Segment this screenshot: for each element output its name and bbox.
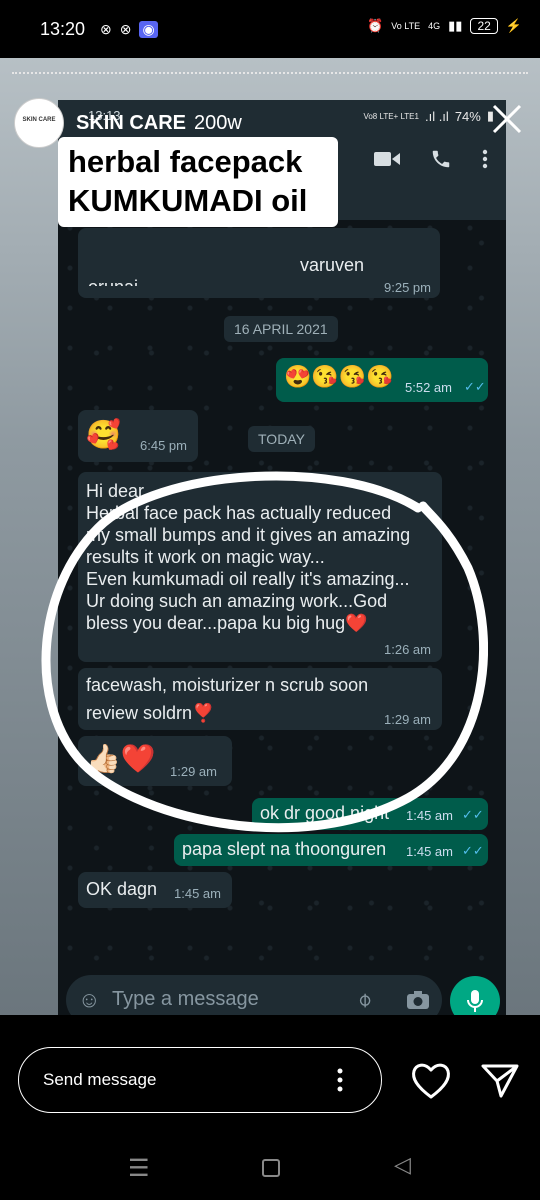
- message-text: OK dagn: [86, 879, 158, 899]
- close-icon[interactable]: [490, 102, 524, 136]
- chat-header-actions: [374, 148, 488, 170]
- home-icon[interactable]: [262, 1159, 280, 1177]
- message-text: orunai: [88, 276, 138, 286]
- mic-button: [450, 976, 500, 1015]
- status-time: 13:20: [40, 19, 86, 39]
- date-divider: 16 APRIL 2021: [224, 316, 338, 342]
- emoji-message: 🥰: [86, 419, 121, 450]
- status-right: ⏰ Vo LTE 4G ▮▮ 22 ⚡: [367, 18, 522, 34]
- mic-icon: [467, 990, 483, 1012]
- hand-drawn-circle: [41, 471, 488, 833]
- story-progress-bar: [12, 72, 528, 76]
- message-composer: ☺ Type a message ⌀: [66, 975, 442, 1015]
- emoji-message: 😍😘😘😘: [284, 364, 394, 389]
- message-bubble-incoming: varuven orunai 9:25 pm: [78, 228, 440, 298]
- camera-icon: [407, 991, 429, 1009]
- phone-status-bar: 13:20 ⊗ ⊗ ◉ ⏰ Vo LTE 4G ▮▮ 22 ⚡: [0, 0, 540, 58]
- system-nav-bar: ☰ ◁: [0, 1140, 540, 1200]
- avatar[interactable]: SKIN CARE: [14, 98, 64, 148]
- menu-icon[interactable]: ☰: [128, 1154, 150, 1183]
- message-time: 5:52 am: [405, 380, 452, 395]
- heart-icon[interactable]: [410, 1062, 452, 1100]
- alarm-icon: ⏰: [367, 18, 384, 33]
- send-icon[interactable]: [480, 1062, 520, 1100]
- message-bubble-incoming: 🥰 6:45 pm: [78, 410, 198, 462]
- app-notification-icon: ⊗: [119, 21, 132, 37]
- message-bubble-outgoing: 😍😘😘😘 5:52 am ✓✓: [276, 358, 488, 402]
- message-time: 1:45 am: [174, 886, 221, 901]
- charging-icon: ⚡: [505, 18, 522, 33]
- sticker-line: KUMKUMADI oil: [68, 183, 308, 218]
- avatar-text: SKIN CARE: [22, 117, 56, 123]
- message-time: 9:25 pm: [384, 280, 431, 295]
- composer-placeholder: Type a message: [112, 988, 259, 1010]
- inner-status-right: Vo8 LTE+ LTE1 .ıl .ıl 74% ▮: [363, 108, 494, 124]
- sticker-line: herbal facepack: [68, 144, 303, 179]
- story-username[interactable]: SKIN CARE: [76, 112, 186, 135]
- network-label: Vo LTE: [391, 21, 421, 31]
- read-receipt-icon: ✓✓: [464, 379, 486, 394]
- back-icon[interactable]: ◁: [394, 1152, 411, 1178]
- video-call-icon: [374, 152, 400, 166]
- story-age: 200w: [194, 112, 242, 134]
- battery-indicator: 22: [470, 18, 498, 34]
- status-app-icons: ⊗ ⊗ ◉: [100, 21, 158, 38]
- inner-battery-label: 74%: [454, 108, 481, 124]
- more-vert-icon: [482, 149, 488, 169]
- network-4g-label: 4G: [428, 21, 441, 31]
- date-divider: TODAY: [248, 426, 315, 452]
- message-time: 6:45 pm: [140, 438, 187, 453]
- phone-call-icon: [432, 150, 450, 168]
- inner-signal-icon: .ıl .ıl: [424, 108, 449, 124]
- more-vert-icon[interactable]: [337, 1068, 343, 1092]
- app-notification-icon: ⊗: [100, 21, 112, 37]
- send-message-label: Send message: [43, 1070, 157, 1089]
- inner-network-label: Vo8 LTE+ LTE1: [363, 111, 419, 121]
- story-view[interactable]: 13:13 Vo8 LTE+ LTE1 .ıl .ıl 74% ▮ varuve…: [0, 58, 540, 1015]
- discord-icon: ◉: [139, 21, 158, 38]
- emoji-icon: ☺: [78, 987, 101, 1012]
- send-message-input[interactable]: Send message: [18, 1047, 382, 1113]
- signal-icon: ▮▮: [448, 18, 463, 33]
- message-text: varuven: [300, 255, 365, 275]
- attach-icon: ⌀: [352, 987, 377, 1012]
- message-bubble-incoming: OK dagn 1:45 am: [78, 872, 232, 908]
